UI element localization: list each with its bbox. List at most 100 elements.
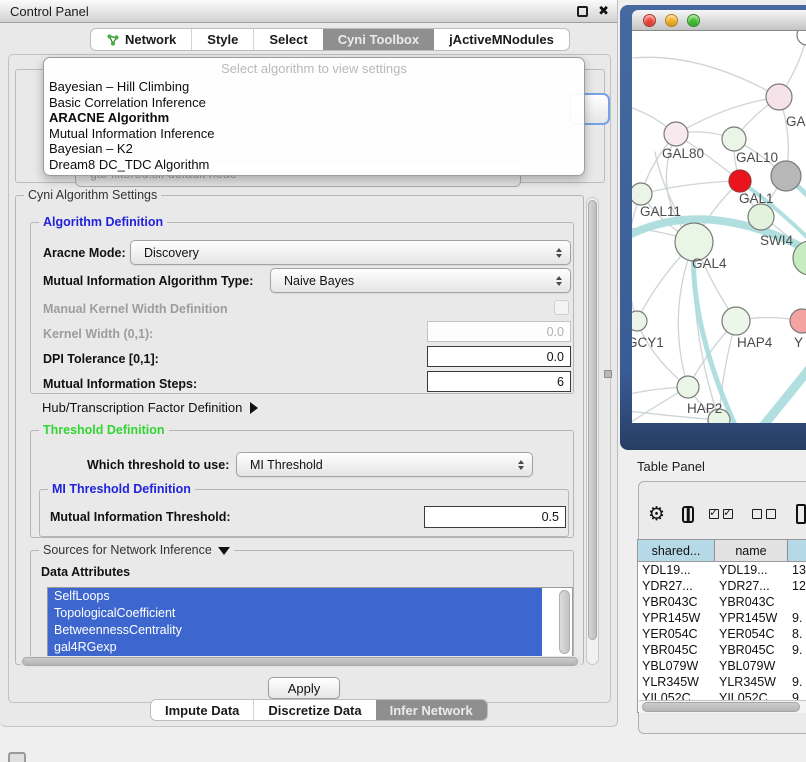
zoom-traffic-light-icon[interactable] [687,14,700,27]
network-node[interactable] [632,311,647,331]
table-cell: 12 [788,578,806,594]
mi-threshold-group-title: MI Threshold Definition [48,482,195,496]
network-node[interactable] [797,31,806,45]
table-cell: YER054C [715,626,788,642]
algorithm-definition-group: Algorithm Definition Aracne Mode: Discov… [30,222,574,394]
mi-type-combo[interactable]: Naive Bayes [270,268,571,293]
algorithm-option[interactable]: ARACNE Algorithm [44,110,584,126]
apply-button[interactable]: Apply [268,677,340,699]
mi-steps-field[interactable]: 6 [427,371,571,392]
network-node[interactable] [722,127,746,151]
minimize-traffic-light-icon[interactable] [665,14,678,27]
checked-columns-icon[interactable] [709,509,737,519]
collapse-down-icon [218,547,230,555]
network-window-titlebar[interactable] [632,10,806,31]
tab-cyni-toolbox[interactable]: Cyni Toolbox [323,29,434,50]
network-node[interactable] [748,204,774,230]
table-cell: YBR045C [715,642,788,658]
attribute-item[interactable]: SelfLoops [48,588,542,605]
tab-select[interactable]: Select [253,29,322,50]
manual-kernel-checkbox[interactable] [554,300,569,315]
tab-impute-data[interactable]: Impute Data [151,700,253,720]
panel-splitter-handle[interactable] [604,370,612,378]
attribute-item[interactable]: BetweennessCentrality [48,622,542,639]
tab-infer-network[interactable]: Infer Network [376,700,487,720]
hub-definition-toggle[interactable]: Hub/Transcription Factor Definition [42,400,258,415]
column-header[interactable]: name [715,540,788,561]
algorithm-option[interactable]: Basic Correlation Inference [44,95,584,111]
attribute-item[interactable]: TopologicalCoefficient [48,605,542,622]
hscroll-thumb[interactable] [22,657,578,666]
node-label: GAL [786,114,806,129]
mi-steps-label: Mutual Information Steps: [43,377,197,391]
close-icon[interactable]: ✖ [598,3,609,19]
network-node[interactable] [632,183,652,205]
collapsed-panel-icon[interactable] [8,752,26,762]
which-threshold-value: MI Threshold [250,458,323,472]
manual-kernel-label: Manual Kernel Width Definition [43,302,228,316]
tab-label: Style [207,32,238,47]
table-cell: YBR043C [715,594,788,610]
table-hscroll-thumb[interactable] [642,702,800,712]
dpi-tolerance-field[interactable]: 0.0 [427,346,571,367]
table-row[interactable]: YER054CYER054C8. [638,626,806,642]
table-row[interactable]: YBR043CYBR043C [638,594,806,610]
float-window-icon[interactable] [577,6,588,17]
table-row[interactable]: YPR145WYPR145W9. [638,610,806,626]
table-row[interactable]: YDL19...YDL19...13 [638,562,806,578]
document-icon[interactable] [796,504,806,524]
table-cell: YBL079W [638,658,715,674]
vscroll-thumb[interactable] [588,200,597,640]
network-edge[interactable] [633,57,779,97]
network-node[interactable] [771,161,801,191]
network-node[interactable] [722,307,750,335]
spinner-icon [556,248,562,258]
node-label: HAP4 [737,335,773,350]
settings-hscrollbar[interactable] [20,656,582,668]
algorithm-option[interactable]: Dream8 DC_TDC Algorithm [44,157,584,173]
algorithm-option[interactable]: Bayesian – Hill Climbing [44,79,584,95]
algorithm-option[interactable]: Bayesian – K2 [44,141,584,157]
table-row[interactable]: YBL079WYBL079W [638,658,806,674]
aracne-mode-label: Aracne Mode: [43,246,126,260]
network-canvas[interactable]: GALGAL80GAL10GAL1GAL11SWI4GAL4GCY1HAP4YH… [632,31,806,423]
table-row[interactable]: YBR045CYBR045C9. [638,642,806,658]
column-header[interactable]: A [788,540,806,561]
list-scrollbar[interactable] [559,590,570,654]
network-edge[interactable] [745,368,806,423]
algorithm-option[interactable]: Mutual Information Inference [44,126,584,142]
gear-icon[interactable]: ⚙ [648,505,665,524]
tab-network[interactable]: Network [91,29,191,50]
table-hscrollbar[interactable] [639,700,806,713]
unchecked-columns-icon[interactable] [752,509,780,519]
close-traffic-light-icon[interactable] [643,14,656,27]
network-node[interactable] [677,376,699,398]
network-graph[interactable]: GALGAL80GAL10GAL1GAL11SWI4GAL4GCY1HAP4YH… [632,31,806,423]
split-view-icon[interactable] [682,506,694,523]
table-cell: 9. [788,610,806,626]
mi-threshold-field[interactable]: 0.5 [424,506,566,528]
table-cell: YPR145W [638,610,715,626]
network-node[interactable] [790,309,806,333]
network-edge[interactable] [641,181,740,194]
settings-vscrollbar[interactable] [586,197,599,665]
mi-type-value: Naive Bayes [284,274,354,288]
tab-discretize-data[interactable]: Discretize Data [253,700,375,720]
node-table[interactable]: shared...nameA YDL19...YDL19...13YDR27..… [637,539,806,713]
table-row[interactable]: YLR345WYLR345W9. [638,674,806,690]
aracne-mode-combo[interactable]: Discovery [130,240,571,265]
tab-style[interactable]: Style [191,29,253,50]
network-node[interactable] [766,84,792,110]
algorithm-prompt: Select algorithm to view settings [44,58,584,79]
table-row[interactable]: YDR27...YDR27...12 [638,578,806,594]
data-attributes-list[interactable]: SelfLoopsTopologicalCoefficientBetweenne… [47,587,573,659]
attribute-item[interactable]: gal4RGexp [48,639,542,656]
network-node[interactable] [729,170,751,192]
tab-jactivemnodules[interactable]: jActiveMNodules [434,29,569,50]
sources-group-title[interactable]: Sources for Network Inference [39,543,234,557]
screen: Control Panel ✖ NetworkStyleSelectCyni T… [0,0,806,762]
expand-right-icon [250,402,258,414]
which-threshold-combo[interactable]: MI Threshold [236,452,533,477]
column-header[interactable]: shared... [638,540,715,561]
network-node[interactable] [664,122,688,146]
